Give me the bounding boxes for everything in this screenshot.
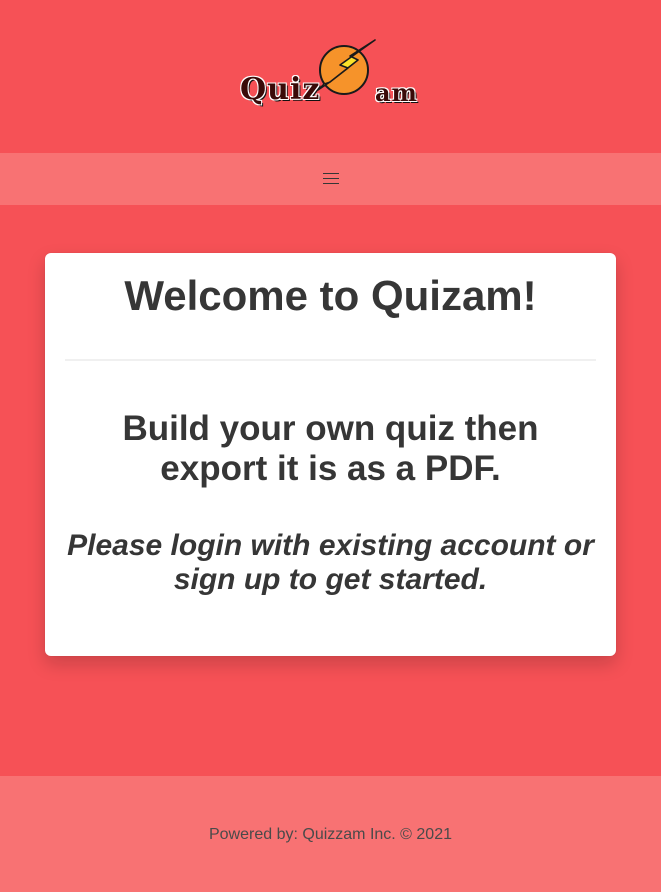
welcome-title: Welcome to Quizam! <box>124 272 537 319</box>
card-divider <box>65 359 596 361</box>
logo-text-right: am <box>375 78 418 107</box>
site-header: Quiz am <box>0 0 661 153</box>
login-prompt: Please login with existing account or si… <box>67 529 594 596</box>
logo-text-left: Quiz <box>240 72 321 107</box>
quizam-logo[interactable]: Quiz am <box>238 38 424 110</box>
site-footer: Powered by: Quizzam Inc. © 2021 <box>0 776 661 892</box>
welcome-card: Welcome to Quizam! Build your own quiz t… <box>45 253 616 656</box>
lightning-bolt-icon <box>317 39 376 95</box>
welcome-subtitle: Build your own quiz then export it is as… <box>122 409 539 488</box>
hamburger-menu-icon[interactable] <box>322 171 340 185</box>
footer-text: Powered by: Quizzam Inc. © 2021 <box>208 826 452 843</box>
